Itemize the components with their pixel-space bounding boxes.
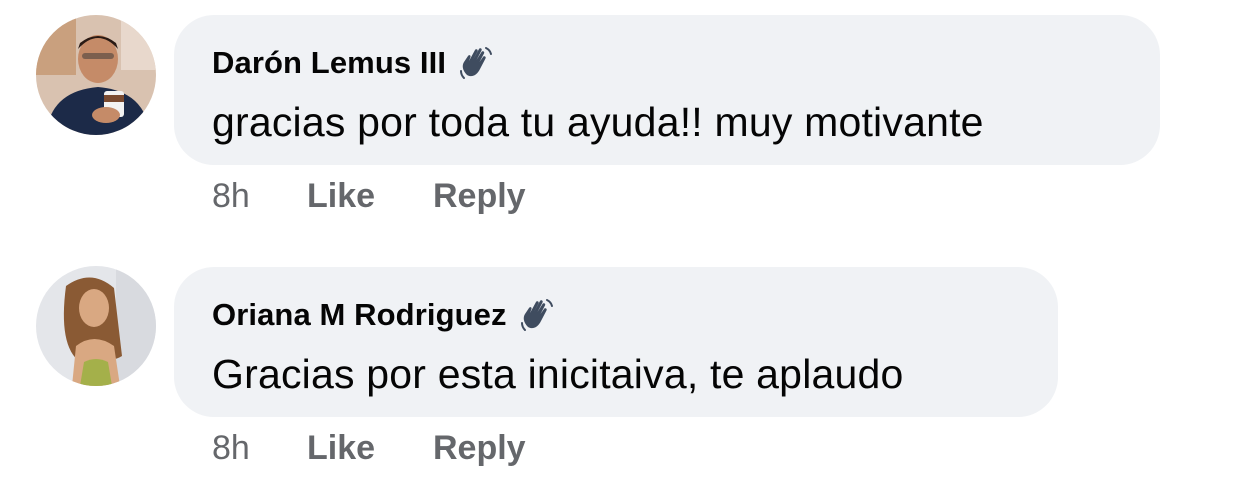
author-row: Darón Lemus III xyxy=(212,45,494,81)
like-button[interactable]: Like xyxy=(307,429,433,468)
comment-text: Gracias por esta inicitaiva, te aplaudo xyxy=(212,351,904,397)
author-name[interactable]: Darón Lemus III xyxy=(212,45,446,81)
wave-hand-icon[interactable] xyxy=(519,297,555,333)
comment-bubble: Oriana M Rodriguez Gracias por esta inic… xyxy=(174,267,1058,417)
reply-button[interactable]: Reply xyxy=(433,429,526,468)
comment-timestamp[interactable]: 8h xyxy=(212,177,307,216)
comment-actions: 8h Like Reply xyxy=(212,177,526,216)
like-button[interactable]: Like xyxy=(307,177,433,216)
comment-timestamp[interactable]: 8h xyxy=(212,429,307,468)
wave-hand-icon[interactable] xyxy=(458,45,494,81)
comment-text: gracias por toda tu ayuda!! muy motivant… xyxy=(212,99,984,145)
comment-bubble: Darón Lemus III gracias por toda tu ayud… xyxy=(174,15,1160,165)
avatar[interactable] xyxy=(36,266,156,386)
avatar-photo xyxy=(36,266,156,386)
author-row: Oriana M Rodriguez xyxy=(212,297,555,333)
reply-button[interactable]: Reply xyxy=(433,177,526,216)
avatar-photo xyxy=(36,15,156,135)
comment-actions: 8h Like Reply xyxy=(212,429,526,468)
author-name[interactable]: Oriana M Rodriguez xyxy=(212,297,507,333)
avatar[interactable] xyxy=(36,15,156,135)
